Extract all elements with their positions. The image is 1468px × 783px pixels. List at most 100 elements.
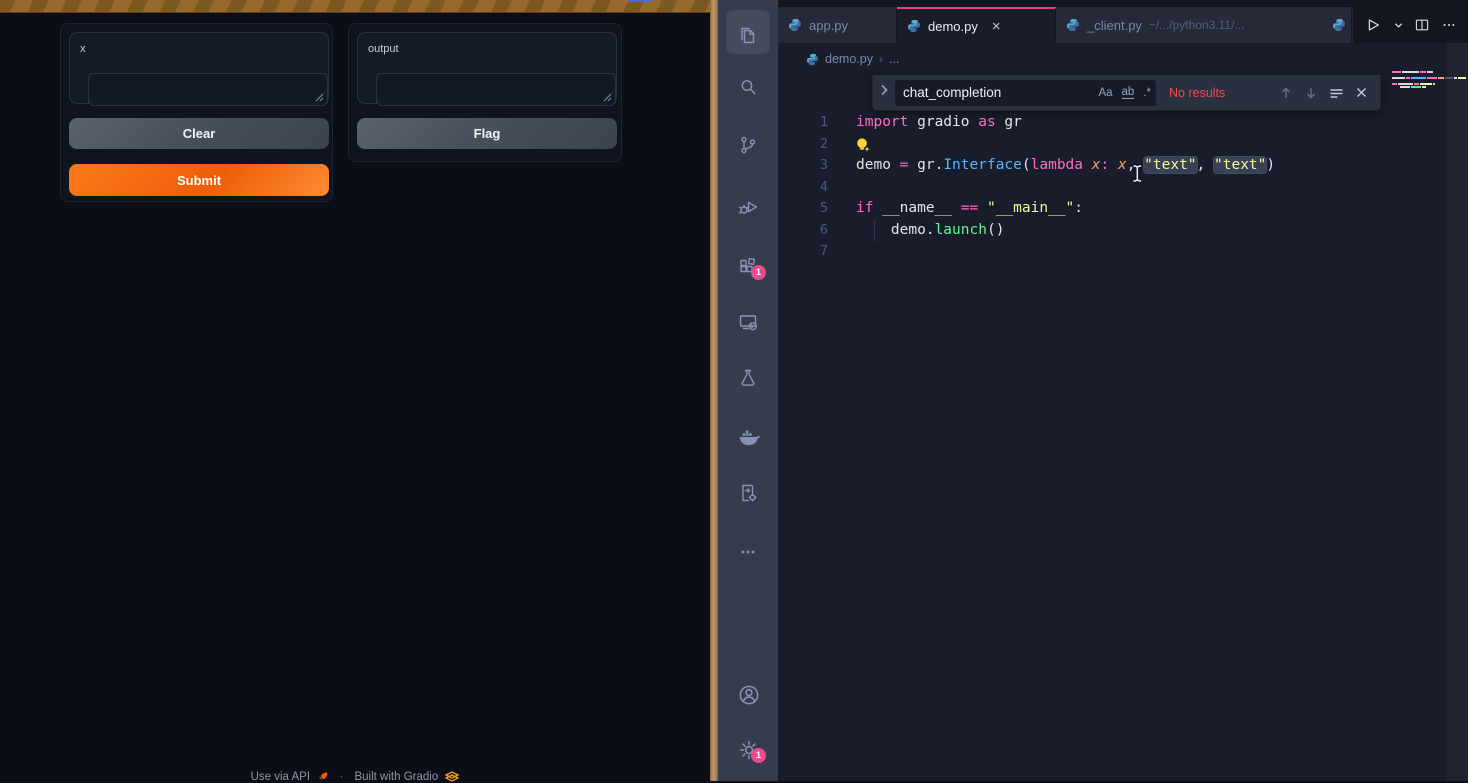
code-line[interactable] [856,177,1275,199]
explorer-icon[interactable] [736,23,760,47]
more-tools-icon[interactable] [736,540,760,564]
code-token: Interface [943,157,1022,173]
python-icon [1332,18,1346,32]
docker-icon[interactable] [736,424,760,448]
submit-button[interactable]: Submit [69,164,329,196]
line-number: 7 [778,241,828,263]
breadcrumb-chevron: › [879,52,883,66]
split-editor-icon[interactable] [1414,17,1430,33]
code-token: , [1197,157,1214,173]
python-file-icon [788,18,802,32]
code-token: "__main__" [987,200,1074,216]
source-control-icon[interactable] [736,133,760,157]
tab-close-icon[interactable]: × [992,19,1001,34]
code-token: gr [996,114,1022,130]
remote-explorer-icon[interactable] [736,310,760,334]
gradio-app-window: x Clear Submit output Flag Use via API [0,0,710,781]
editor-tab-bar: app.py demo.py × _client.py ~/.../python… [778,7,1468,43]
input-group: x [69,32,329,104]
code-token: : [1074,200,1083,216]
tab-demo-py[interactable]: demo.py × [897,7,1056,43]
output-group: output [357,32,617,104]
output-label: output [368,43,399,55]
search-icon[interactable] [736,75,760,99]
code-line[interactable]: demo = gr.Interface(lambda x: x, "text",… [856,155,1275,177]
code-token: __name__ [882,200,961,216]
tab-path-hint: ~/.../python3.11/... [1149,18,1245,32]
minimap-line [1392,71,1433,73]
breadcrumb-file[interactable]: demo.py [825,52,873,66]
line-number: 5 [778,198,828,220]
code-token: , [1127,157,1144,173]
close-find-icon[interactable] [1355,86,1368,99]
find-input-box: Aa ab .* [895,80,1156,106]
match-case-toggle[interactable]: Aa [1098,87,1112,99]
code-token: x [1118,157,1127,173]
extensions-badge: 1 [751,265,766,280]
code-line[interactable]: demo.launch() [856,220,1275,242]
line-number: 1 [778,112,828,134]
clear-button[interactable]: Clear [69,118,329,149]
tab-app-py[interactable]: app.py [778,7,897,43]
code-line[interactable]: if __name__ == "__main__": [856,198,1275,220]
line-number-gutter: 1234567 [778,112,828,263]
code-token: ) [1266,157,1275,173]
code-line[interactable] [856,134,1275,156]
testing-beaker-icon[interactable] [736,366,760,390]
input-column-panel: x Clear Submit [60,23,333,202]
code-token: : [1100,157,1109,173]
find-in-selection-icon[interactable] [1329,86,1344,100]
more-actions-icon[interactable] [1441,17,1457,33]
previous-match-icon[interactable] [1279,86,1293,100]
input-textarea[interactable] [88,73,328,106]
activity-bar: 1 1 [718,0,778,781]
breadcrumb[interactable]: demo.py › ... [806,48,899,70]
code-token: gradio [908,114,978,130]
tab-client-py[interactable]: _client.py ~/.../python3.11/... [1056,7,1352,43]
whole-word-toggle[interactable]: ab [1122,86,1135,99]
browser-top-accent [628,0,652,2]
resize-handle-icon[interactable] [603,93,612,102]
built-with-gradio-link[interactable]: Built with Gradio [354,771,438,783]
run-debug-icon[interactable] [736,195,760,219]
code-token: demo [856,157,900,173]
code-token: if [856,200,882,216]
code-token: () [987,222,1004,238]
scrollbar-strip[interactable] [1447,43,1468,781]
find-input[interactable] [903,80,1063,106]
editor-actions [1353,7,1468,43]
find-widget: Aa ab .* No results [872,75,1381,111]
toggle-replace-chevron-icon[interactable] [873,83,895,102]
code-token: import [856,114,908,130]
task-runner-icon[interactable] [736,481,760,505]
resize-handle-icon[interactable] [315,93,324,102]
browser-top-stripe [0,0,710,13]
breadcrumb-more[interactable]: ... [889,52,899,66]
code-token: "text" [1214,157,1266,173]
line-number: 6 [778,220,828,242]
input-label: x [80,43,86,55]
python-file-icon [1066,18,1080,32]
code-editor[interactable]: import gradio as gr demo = gr.Interface(l… [856,112,1275,263]
run-file-icon[interactable] [1364,16,1382,34]
code-token: launch [935,222,987,238]
settings-badge: 1 [751,748,766,763]
code-token: lambda [1031,157,1092,173]
code-line[interactable] [856,241,1275,263]
tab-label: demo.py [928,19,978,34]
run-dropdown-chevron-icon[interactable] [1393,20,1404,31]
next-match-icon[interactable] [1304,86,1318,100]
footer-separator: · [339,771,343,783]
gradio-footer: Use via API · Built with Gradio [0,771,710,783]
accounts-icon[interactable] [736,682,760,706]
use-via-api-link[interactable]: Use via API [251,771,310,783]
flag-button[interactable]: Flag [357,118,617,149]
output-textarea[interactable] [376,73,616,106]
window-divider[interactable] [710,0,718,781]
code-line[interactable]: import gradio as gr [856,112,1275,134]
code-token: demo. [856,222,935,238]
regex-toggle[interactable]: .* [1143,87,1151,99]
minimap-line [1392,83,1435,85]
line-number: 4 [778,177,828,199]
line-number: 2 [778,134,828,156]
